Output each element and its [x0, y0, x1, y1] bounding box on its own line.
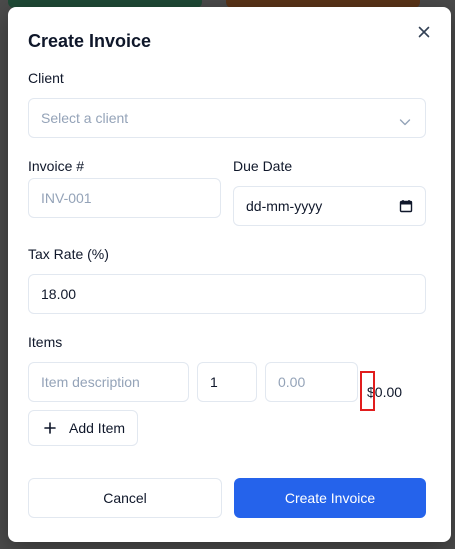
- add-item-button[interactable]: Add Item: [28, 410, 138, 446]
- invoice-number-label: Invoice #: [28, 158, 85, 174]
- due-date-label: Due Date: [233, 158, 293, 174]
- create-invoice-button[interactable]: Create Invoice: [234, 478, 426, 518]
- cancel-label: Cancel: [103, 490, 147, 506]
- calendar-icon[interactable]: [399, 199, 413, 213]
- item-quantity-value: 1: [210, 374, 218, 390]
- plus-icon: [43, 421, 57, 435]
- items-label: Items: [28, 334, 63, 350]
- add-item-label: Add Item: [69, 420, 126, 436]
- tax-rate-value: 18.00: [41, 286, 77, 302]
- dialog-title: Create Invoice: [28, 31, 152, 51]
- item-price-placeholder: 0.00: [278, 374, 306, 390]
- create-invoice-dialog: Create Invoice Client Select a client In…: [8, 7, 451, 542]
- client-select-placeholder: Select a client: [41, 110, 129, 126]
- tax-rate-label: Tax Rate (%): [28, 246, 109, 262]
- due-date-value: dd-mm-yyyy: [246, 198, 323, 214]
- chevron-down-icon: [399, 114, 411, 126]
- client-select[interactable]: Select a client: [28, 98, 426, 138]
- invoice-number-input[interactable]: INV-001: [28, 178, 221, 218]
- tax-rate-input[interactable]: 18.00: [28, 274, 426, 314]
- close-icon[interactable]: [416, 24, 432, 40]
- item-quantity-input[interactable]: 1: [197, 362, 257, 402]
- item-description-input[interactable]: Item description: [28, 362, 189, 402]
- create-invoice-label: Create Invoice: [284, 490, 376, 506]
- invoice-number-placeholder: INV-001: [41, 190, 92, 206]
- client-label: Client: [28, 70, 64, 86]
- item-description-placeholder: Item description: [41, 374, 140, 390]
- cancel-button[interactable]: Cancel: [28, 478, 222, 518]
- item-price-input[interactable]: 0.00: [265, 362, 358, 402]
- highlight-marker: [360, 371, 375, 411]
- due-date-input[interactable]: dd-mm-yyyy: [233, 186, 426, 226]
